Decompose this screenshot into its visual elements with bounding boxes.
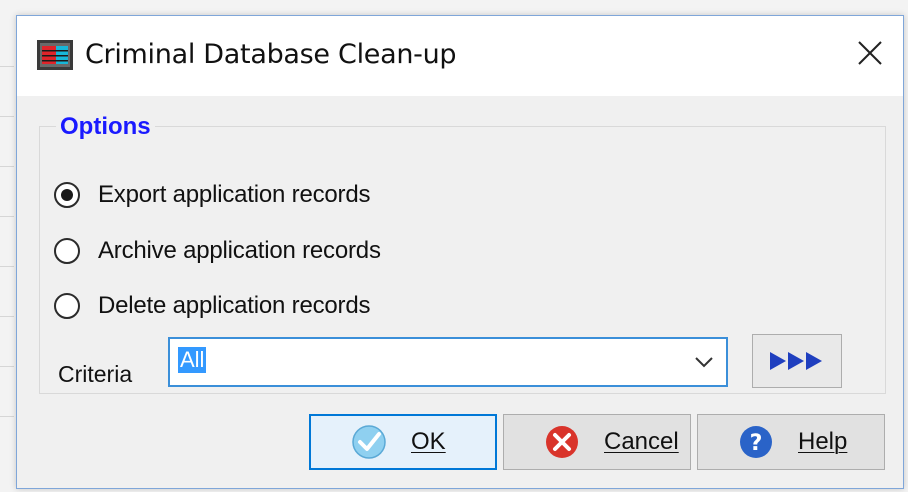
export-records-option[interactable]: Export application records: [54, 180, 370, 210]
window-title: Criminal Database Clean-up: [85, 39, 457, 70]
triple-arrow-right-icon: [770, 352, 822, 370]
options-group: Options Export application records Archi…: [39, 112, 886, 394]
delete-records-label: Delete application records: [98, 292, 371, 319]
ok-button[interactable]: OK: [309, 414, 497, 470]
database-app-icon: [37, 40, 73, 70]
delete-records-option[interactable]: Delete application records: [54, 291, 370, 321]
ok-label: OK: [411, 428, 446, 455]
help-label: Help: [798, 428, 848, 455]
archive-records-label: Archive application records: [98, 237, 381, 264]
cancel-button[interactable]: Cancel: [503, 414, 691, 470]
clean-up-dialog: Criminal Database Clean-up Options Expor…: [16, 15, 904, 489]
criteria-go-button[interactable]: [752, 334, 842, 388]
archive-records-radio[interactable]: [54, 238, 80, 264]
help-question-icon: ?: [740, 426, 772, 458]
chevron-down-icon[interactable]: [692, 352, 716, 372]
export-records-label: Export application records: [98, 181, 371, 208]
close-icon: [858, 41, 882, 65]
cancel-x-icon: [546, 426, 578, 458]
title-bar[interactable]: Criminal Database Clean-up: [17, 16, 903, 96]
options-group-title: Options: [56, 112, 155, 142]
cancel-label: Cancel: [604, 428, 679, 455]
export-records-radio[interactable]: [54, 182, 80, 208]
help-button[interactable]: ? Help: [697, 414, 885, 470]
close-button[interactable]: [847, 30, 893, 76]
archive-records-option[interactable]: Archive application records: [54, 236, 381, 266]
svg-text:?: ?: [750, 431, 763, 456]
checkmark-icon: [352, 425, 386, 459]
criteria-dropdown[interactable]: All: [168, 337, 728, 387]
delete-records-radio[interactable]: [54, 293, 80, 319]
dialog-body: Options Export application records Archi…: [17, 96, 903, 488]
criteria-label: Criteria: [58, 361, 133, 387]
criteria-selected-value[interactable]: All: [178, 347, 207, 373]
